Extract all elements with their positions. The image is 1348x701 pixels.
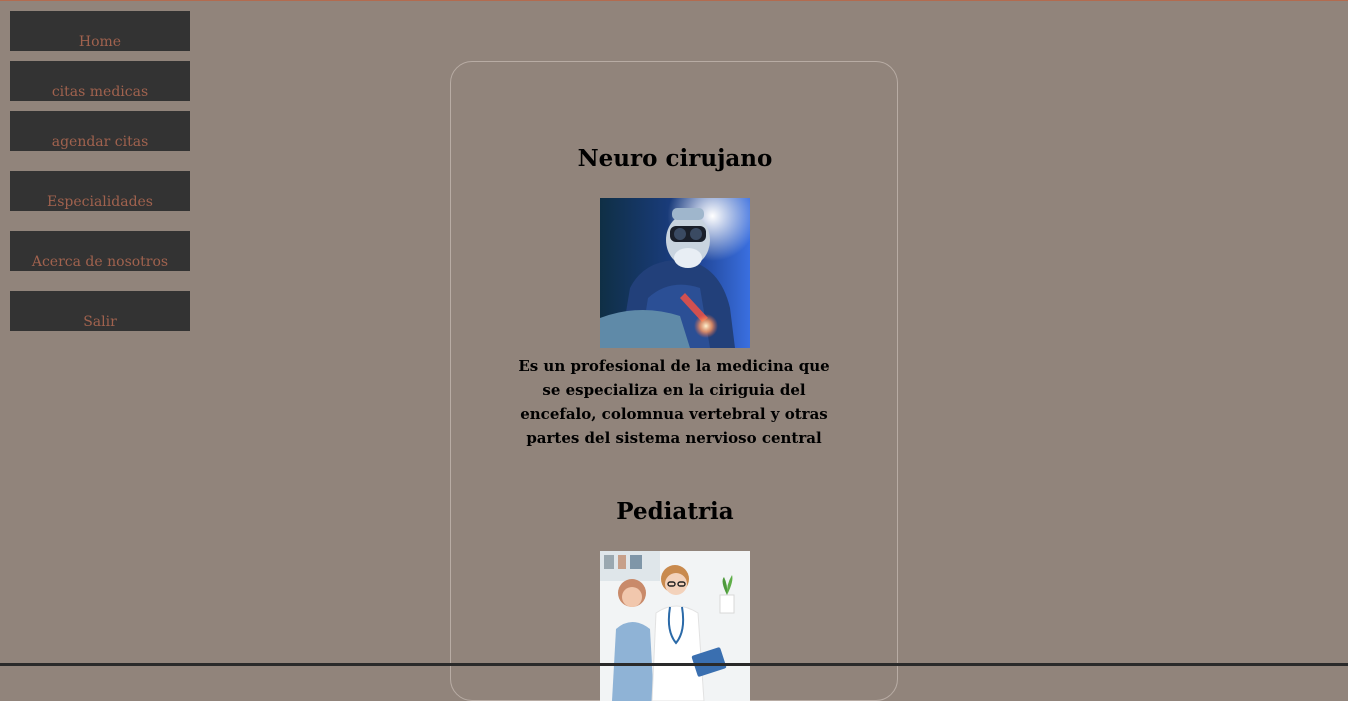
nav-salir-button[interactable]: Salir <box>10 291 190 331</box>
specialty-description-neurocirujano: Es un profesional de la medicina que se … <box>518 357 830 447</box>
nav-acerca-button[interactable]: Acerca de nosotros <box>10 231 190 271</box>
pediatrics-image <box>600 551 750 701</box>
neurosurgeon-image <box>600 198 750 348</box>
specialty-title-pediatria: Pediatria <box>616 498 734 525</box>
nav-especialidades-button[interactable]: Especialidades <box>10 171 190 211</box>
specialty-title-neurocirujano: Neuro cirujano <box>577 145 773 172</box>
nav-agendar-citas-button[interactable]: agendar citas <box>10 111 190 151</box>
nav-citas-medicas-button[interactable]: citas medicas <box>10 61 190 101</box>
nav-home-button[interactable]: Home <box>10 11 190 51</box>
specialties-card: Neuro cirujano Es un profesional de la m… <box>450 61 898 701</box>
top-accent-line <box>0 0 1348 1</box>
